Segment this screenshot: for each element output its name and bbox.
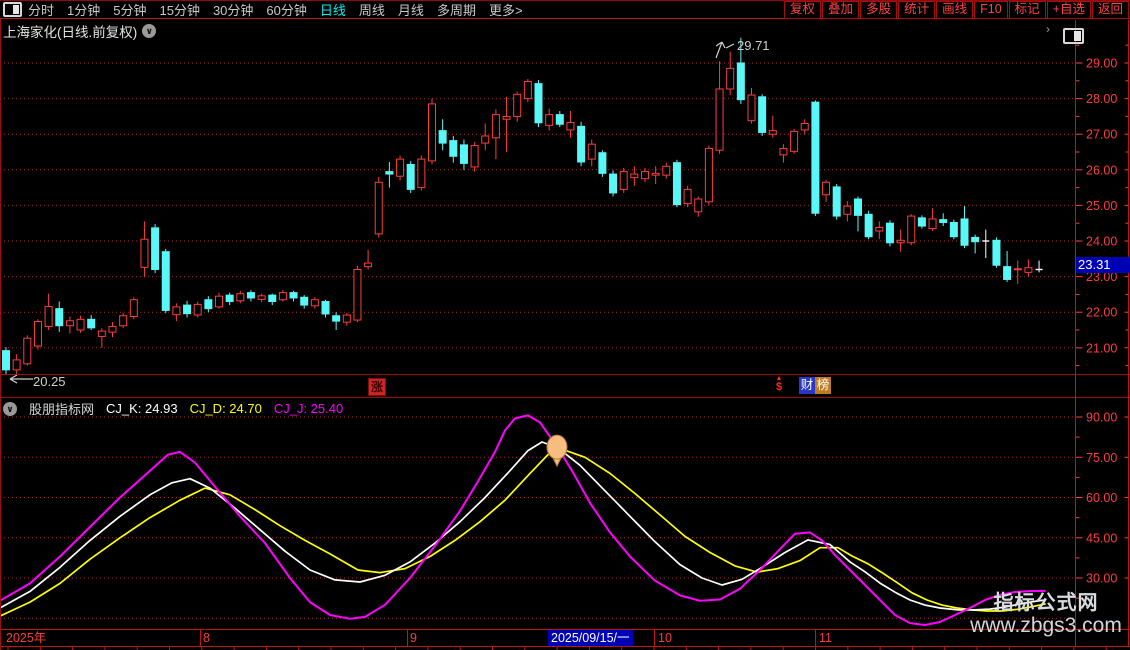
indicator-d-value: CJ_D: 24.70: [189, 401, 262, 416]
svg-text:25.00: 25.00: [1086, 199, 1117, 213]
expand-arrow-icon[interactable]: ›: [1046, 22, 1050, 36]
period-menu-item-0[interactable]: 分时: [28, 0, 54, 19]
period-menu-item-10[interactable]: 更多>: [489, 0, 523, 19]
svg-text:22.00: 22.00: [1086, 306, 1117, 320]
svg-text:21.00: 21.00: [1086, 341, 1117, 355]
period-menu-item-8[interactable]: 月线: [398, 0, 424, 19]
period-menu-item-1[interactable]: 1分钟: [67, 0, 100, 19]
candle-panel: 29.0028.0027.0026.0025.0024.0023.0022.00…: [0, 37, 1129, 384]
pane-layout-icon[interactable]: [1063, 28, 1084, 44]
bang-badge: 榜: [815, 377, 831, 394]
layout-icon[interactable]: [3, 2, 22, 17]
date-tick-label-1: 8: [203, 631, 210, 645]
toolbar-button-8[interactable]: 返回: [1091, 1, 1129, 19]
svg-text:26.00: 26.00: [1086, 163, 1117, 177]
svg-text:75.00: 75.00: [1086, 451, 1117, 465]
stock-title: 上海家化(日线.前复权): [3, 25, 138, 40]
period-menu: 分时 1分钟 5分钟 15分钟 30分钟 60分钟 日线 周线 月线 多周期 更多>: [28, 0, 523, 19]
period-menu-item-4[interactable]: 30分钟: [213, 0, 253, 19]
indicator-header: ∨ 股朋指标网 CJ_K: 24.93 CJ_D: 24.70 CJ_J: 25…: [3, 399, 343, 418]
svg-text:45.00: 45.00: [1086, 531, 1117, 545]
toolbar-button-6[interactable]: 标记: [1008, 1, 1046, 19]
svg-text:28.00: 28.00: [1086, 92, 1117, 106]
layout-icon-fill: [13, 5, 19, 14]
chart-canvas[interactable]: 29.0028.0027.0026.0025.0024.0023.0022.00…: [0, 0, 1130, 650]
date-tick-label-5: 11: [819, 631, 832, 645]
last-price-tag: 23.31: [1076, 257, 1130, 273]
svg-text:27.00: 27.00: [1086, 128, 1117, 142]
svg-text:90.00: 90.00: [1086, 411, 1117, 425]
date-tick-label-4: 10: [658, 631, 672, 645]
svg-text:29.00: 29.00: [1086, 57, 1117, 71]
period-menu-item-5[interactable]: 60分钟: [266, 0, 306, 19]
toolbar-button-1[interactable]: 叠加: [822, 1, 860, 19]
toolbar-menu: 复权 叠加 多股 统计 画线 F10 标记 +自选 返回: [784, 1, 1129, 19]
period-menu-item-6[interactable]: 日线: [320, 0, 346, 19]
chart-title-row: 上海家化(日线.前复权) ∨: [3, 21, 157, 41]
indicator-panel: 90.00 75.00 60.00 45.00 30.00: [0, 411, 1129, 626]
series-CJ_J: [0, 414, 1046, 626]
date-tick-label-2: 9: [410, 631, 417, 645]
indicator-j-value: CJ_J: 25.40: [273, 401, 344, 416]
frame-lines: [0, 19, 1130, 650]
watermark: 指标公式网 www.zbgs3.com: [964, 592, 1128, 638]
cai-badge: 财: [799, 377, 815, 394]
low-price-annotation: 20.25: [33, 374, 66, 389]
indicator-k-value: CJ_K: 24.93: [106, 401, 178, 416]
period-menu-item-7[interactable]: 周线: [359, 0, 385, 19]
trading-app-window: 29.00 28.00 27.00 26.00 25.00 24.00 23.00 22.00…: [0, 0, 1130, 650]
period-menu-item-9[interactable]: 多周期: [437, 0, 476, 19]
svg-text:30.00: 30.00: [1086, 572, 1117, 586]
indicator-chevron-down-icon[interactable]: ∨: [3, 401, 17, 416]
series-CJ_K: [0, 441, 1046, 611]
toolbar-button-3[interactable]: 统计: [898, 1, 936, 19]
top-menubar: 分时 1分钟 5分钟 15分钟 30分钟 60分钟 日线 周线 月线 多周期 更多> 复权 叠加 多股统…: [0, 0, 1130, 19]
indicator-source-label: 股朋指标网: [29, 402, 95, 417]
watermark-line1: 指标公式网: [993, 592, 1099, 614]
svg-text:24.00: 24.00: [1086, 235, 1117, 249]
date-tick-label-0: 2025年: [6, 631, 47, 645]
period-menu-item-3[interactable]: 15分钟: [159, 0, 199, 19]
dividend-dollar-glyph: $: [775, 381, 783, 393]
series-CJ_D: [0, 448, 1046, 617]
period-menu-item-2[interactable]: 5分钟: [113, 0, 146, 19]
chevron-down-icon[interactable]: ∨: [142, 24, 157, 38]
toolbar-button-2[interactable]: 多股: [860, 1, 898, 19]
caibang-badge[interactable]: 财 榜: [799, 377, 831, 394]
svg-text:60.00: 60.00: [1086, 491, 1117, 505]
watermark-line2: www.zbgs3.com: [970, 614, 1122, 637]
zhang-event-badge[interactable]: 涨: [368, 378, 386, 396]
selected-date-label: 2025/09/15/一: [548, 630, 633, 646]
high-price-annotation: 29.71: [737, 38, 770, 53]
toolbar-button-0[interactable]: 复权: [784, 1, 822, 19]
toolbar-button-5[interactable]: F10: [974, 1, 1008, 19]
dividend-marker-icon[interactable]: ▲ $: [773, 375, 785, 393]
toolbar-button-7[interactable]: +自选: [1046, 1, 1091, 19]
toolbar-button-4[interactable]: 画线: [936, 1, 974, 19]
pane-layout-icon-fill: [1074, 31, 1081, 41]
